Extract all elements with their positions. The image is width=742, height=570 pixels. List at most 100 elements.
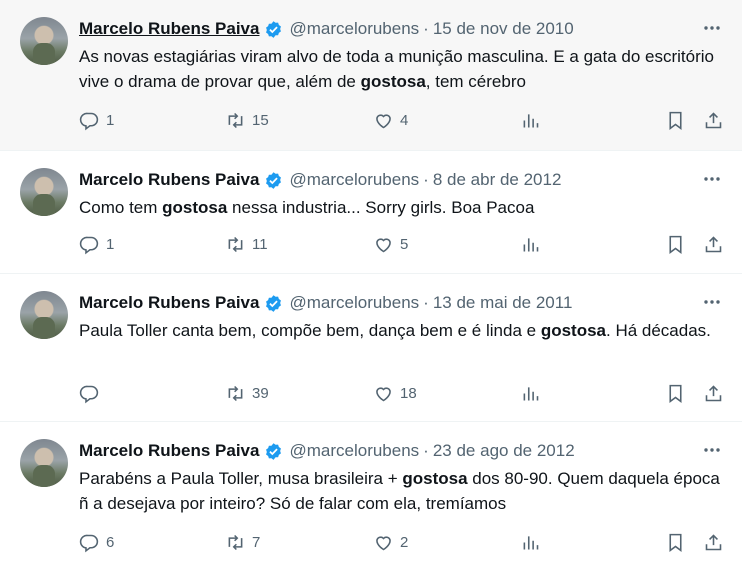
tweet-actions: 1 11 5: [79, 234, 722, 258]
retweet-button[interactable]: 7: [225, 532, 260, 553]
reply-button[interactable]: 6: [79, 532, 114, 553]
like-count: 5: [400, 236, 409, 253]
reply-count: 1: [106, 112, 115, 129]
reply-button[interactable]: 1: [79, 110, 114, 131]
reply-icon: [79, 236, 99, 255]
verified-badge-icon: [266, 442, 282, 460]
bookmark-button[interactable]: [665, 110, 686, 131]
reply-icon: [79, 534, 99, 553]
bookmark-button[interactable]: [665, 383, 686, 404]
views-icon: [523, 114, 539, 128]
author-name[interactable]: Marcelo Rubens Paiva: [79, 170, 259, 190]
verified-badge-icon: [266, 294, 282, 312]
author-name[interactable]: Marcelo Rubens Paiva: [79, 441, 259, 461]
retweet-button[interactable]: 15: [225, 110, 269, 131]
views-button[interactable]: [520, 110, 541, 131]
retweet-icon: [228, 236, 243, 253]
views-button[interactable]: [520, 532, 541, 553]
tweet-date[interactable]: 13 de mai de 2011: [433, 293, 573, 313]
tweet-date[interactable]: 8 de abr de 2012: [433, 170, 562, 190]
like-count: 18: [400, 385, 417, 402]
bookmark-icon: [669, 384, 682, 403]
share-button[interactable]: [703, 532, 724, 553]
bookmark-button[interactable]: [665, 234, 686, 255]
tweet-actions: 1 15 4: [79, 110, 722, 134]
tweet-feed: Marcelo Rubens Paiva @marcelorubens · 15…: [0, 0, 742, 570]
tweet-header: Marcelo Rubens Paiva @marcelorubens · 23…: [79, 440, 692, 462]
heart-icon: [376, 114, 391, 129]
retweet-button[interactable]: 39: [225, 383, 269, 404]
tweet-text: Como tem gostosa nessa industria... Sorr…: [79, 198, 535, 217]
author-handle[interactable]: @marcelorubens: [289, 441, 419, 461]
retweet-button[interactable]: 11: [225, 234, 268, 255]
avatar[interactable]: [20, 291, 68, 339]
share-icon: [705, 236, 722, 253]
bookmark-icon: [669, 111, 682, 130]
heart-icon: [376, 536, 391, 551]
more-icon[interactable]: [702, 169, 722, 189]
reply-count: 1: [106, 236, 115, 253]
share-button[interactable]: [703, 383, 724, 404]
retweet-count: 7: [252, 534, 261, 551]
tweet[interactable]: Marcelo Rubens Paiva @marcelorubens · 23…: [0, 422, 742, 570]
heart-icon: [376, 387, 391, 402]
views-icon: [523, 536, 539, 550]
retweet-icon: [228, 112, 243, 129]
views-button[interactable]: [520, 234, 541, 255]
tweet[interactable]: Marcelo Rubens Paiva @marcelorubens · 8 …: [0, 151, 742, 274]
reply-icon: [79, 385, 99, 404]
reply-button[interactable]: [79, 383, 106, 404]
verified-badge-icon: [266, 20, 282, 38]
author-handle[interactable]: @marcelorubens: [289, 170, 419, 190]
share-icon: [705, 112, 722, 129]
author-name[interactable]: Marcelo Rubens Paiva: [79, 293, 259, 313]
share-button[interactable]: [703, 110, 724, 131]
retweet-count: 11: [252, 236, 268, 253]
retweet-count: 15: [252, 112, 269, 129]
tweet-header: Marcelo Rubens Paiva @marcelorubens · 13…: [79, 292, 692, 314]
more-icon[interactable]: [702, 18, 722, 38]
reply-count: 6: [106, 534, 115, 551]
retweet-icon: [228, 385, 243, 402]
tweet-actions: 6 7 2: [79, 532, 722, 556]
separator-dot: ·: [423, 19, 429, 38]
tweet-date[interactable]: 15 de nov de 2010: [433, 19, 574, 39]
heart-icon: [376, 238, 391, 253]
tweet-header: Marcelo Rubens Paiva @marcelorubens · 8 …: [79, 169, 692, 191]
tweet[interactable]: Marcelo Rubens Paiva @marcelorubens · 13…: [0, 274, 742, 422]
bookmark-icon: [669, 235, 682, 254]
tweet-text: Parabéns a Paula Toller, musa brasileira…: [79, 469, 720, 513]
retweet-icon: [228, 534, 243, 551]
more-icon[interactable]: [702, 292, 722, 312]
author-handle[interactable]: @marcelorubens: [289, 293, 419, 313]
author-handle[interactable]: @marcelorubens: [289, 19, 419, 39]
like-button[interactable]: 2: [373, 532, 408, 553]
avatar[interactable]: [20, 168, 68, 216]
like-button[interactable]: 4: [373, 110, 408, 131]
avatar[interactable]: [20, 439, 68, 487]
like-button[interactable]: 5: [373, 234, 408, 255]
tweet-text: As novas estagiárias viram alvo de toda …: [79, 47, 714, 91]
like-count: 2: [400, 534, 409, 551]
author-name[interactable]: Marcelo Rubens Paiva: [79, 19, 259, 39]
bookmark-button[interactable]: [665, 532, 686, 553]
retweet-count: 39: [252, 385, 269, 402]
like-count: 4: [400, 112, 409, 129]
views-button[interactable]: [520, 383, 541, 404]
like-button[interactable]: 18: [373, 383, 417, 404]
verified-badge-icon: [266, 171, 282, 189]
tweet[interactable]: Marcelo Rubens Paiva @marcelorubens · 15…: [0, 0, 742, 151]
avatar[interactable]: [20, 17, 68, 65]
tweet-text: Paula Toller canta bem, compõe bem, danç…: [79, 321, 711, 340]
share-button[interactable]: [703, 234, 724, 255]
views-icon: [523, 238, 539, 252]
reply-button[interactable]: 1: [79, 234, 114, 255]
tweet-date[interactable]: 23 de ago de 2012: [433, 441, 575, 461]
share-icon: [705, 385, 722, 402]
more-icon[interactable]: [702, 440, 722, 460]
separator-dot: ·: [423, 293, 429, 312]
separator-dot: ·: [423, 441, 429, 460]
separator-dot: ·: [423, 170, 429, 189]
tweet-header: Marcelo Rubens Paiva @marcelorubens · 15…: [79, 18, 692, 40]
bookmark-icon: [669, 533, 682, 552]
